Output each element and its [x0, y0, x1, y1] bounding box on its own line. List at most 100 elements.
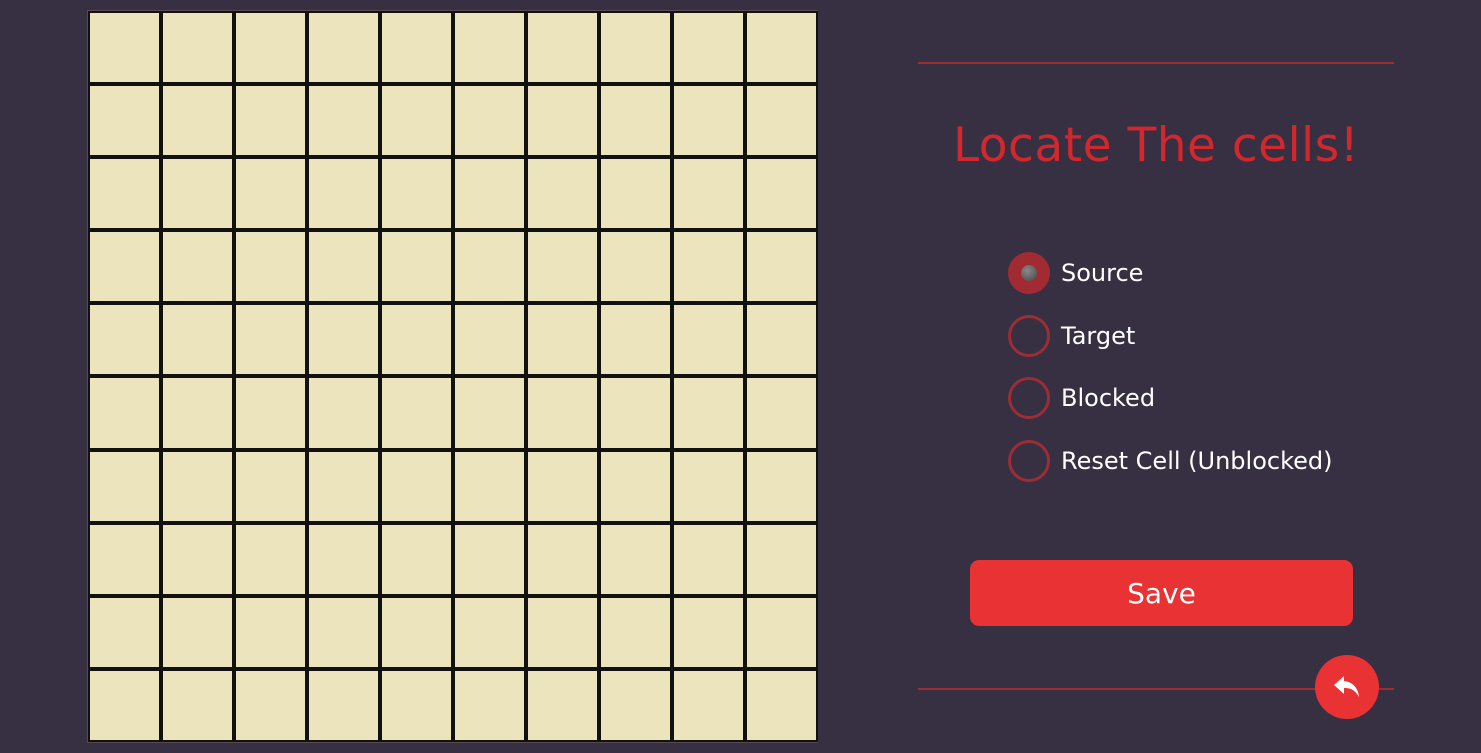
- grid-cell[interactable]: [307, 303, 380, 377]
- target-radio[interactable]: [1008, 314, 1050, 357]
- grid-cell[interactable]: [672, 230, 745, 304]
- grid-cell[interactable]: [672, 11, 745, 85]
- grid-cell[interactable]: [453, 230, 526, 304]
- grid-cell[interactable]: [88, 449, 161, 523]
- grid-cell[interactable]: [745, 11, 818, 85]
- back-button[interactable]: [1315, 655, 1379, 719]
- grid-cell[interactable]: [745, 376, 818, 450]
- grid-cell[interactable]: [307, 595, 380, 669]
- grid-cell[interactable]: [745, 668, 818, 742]
- grid-cell[interactable]: [380, 11, 453, 85]
- grid-cell[interactable]: [234, 84, 307, 158]
- grid-cell[interactable]: [526, 157, 599, 231]
- grid-cell[interactable]: [161, 449, 234, 523]
- grid-cell[interactable]: [526, 11, 599, 85]
- grid-cell[interactable]: [745, 303, 818, 377]
- grid-cell[interactable]: [161, 157, 234, 231]
- grid-cell[interactable]: [672, 84, 745, 158]
- grid-cell[interactable]: [672, 522, 745, 596]
- grid-cell[interactable]: [672, 449, 745, 523]
- grid-cell[interactable]: [234, 595, 307, 669]
- grid-cell[interactable]: [307, 376, 380, 450]
- grid-cell[interactable]: [88, 595, 161, 669]
- grid-cell[interactable]: [526, 595, 599, 669]
- grid-cell[interactable]: [307, 668, 380, 742]
- grid-cell[interactable]: [599, 449, 672, 523]
- grid-cell[interactable]: [745, 449, 818, 523]
- grid-cell[interactable]: [526, 376, 599, 450]
- grid-cell[interactable]: [88, 230, 161, 304]
- grid-cell[interactable]: [307, 157, 380, 231]
- grid-cell[interactable]: [672, 303, 745, 377]
- grid-cell[interactable]: [380, 668, 453, 742]
- grid-cell[interactable]: [88, 668, 161, 742]
- grid-cell[interactable]: [88, 84, 161, 158]
- grid-cell[interactable]: [453, 522, 526, 596]
- grid-cell[interactable]: [307, 449, 380, 523]
- grid-cell[interactable]: [88, 522, 161, 596]
- grid-cell[interactable]: [307, 84, 380, 158]
- source-radio[interactable]: [1008, 252, 1050, 294]
- grid-cell[interactable]: [234, 11, 307, 85]
- grid-cell[interactable]: [599, 522, 672, 596]
- grid-cell[interactable]: [526, 230, 599, 304]
- grid-cell[interactable]: [453, 157, 526, 231]
- grid-cell[interactable]: [526, 668, 599, 742]
- option-target[interactable]: Target: [1008, 314, 1388, 378]
- grid-cell[interactable]: [453, 303, 526, 377]
- grid-cell[interactable]: [599, 376, 672, 450]
- grid-cell[interactable]: [88, 157, 161, 231]
- grid-cell[interactable]: [526, 303, 599, 377]
- option-reset-cell[interactable]: Reset Cell (Unblocked): [1008, 439, 1388, 503]
- grid-cell[interactable]: [380, 230, 453, 304]
- blocked-radio[interactable]: [1008, 377, 1050, 419]
- grid-cell[interactable]: [234, 449, 307, 523]
- grid-cell[interactable]: [161, 84, 234, 158]
- grid-cell[interactable]: [161, 522, 234, 596]
- grid-cell[interactable]: [380, 376, 453, 450]
- grid-cell[interactable]: [161, 11, 234, 85]
- option-blocked[interactable]: Blocked: [1008, 377, 1388, 440]
- grid-cell[interactable]: [745, 84, 818, 158]
- grid-cell[interactable]: [526, 449, 599, 523]
- grid-cell[interactable]: [672, 668, 745, 742]
- grid-cell[interactable]: [672, 595, 745, 669]
- grid-cell[interactable]: [672, 157, 745, 231]
- grid-cell[interactable]: [745, 522, 818, 596]
- grid-cell[interactable]: [599, 84, 672, 158]
- grid-cell[interactable]: [599, 157, 672, 231]
- grid-cell[interactable]: [745, 595, 818, 669]
- option-source[interactable]: Source: [1008, 252, 1388, 315]
- grid-cell[interactable]: [380, 157, 453, 231]
- grid-cell[interactable]: [234, 522, 307, 596]
- grid-cell[interactable]: [380, 303, 453, 377]
- grid-cell[interactable]: [380, 449, 453, 523]
- grid-cell[interactable]: [599, 230, 672, 304]
- grid-cell[interactable]: [453, 376, 526, 450]
- reset-cell-radio[interactable]: [1008, 439, 1050, 482]
- grid-cell[interactable]: [380, 595, 453, 669]
- grid-cell[interactable]: [453, 11, 526, 85]
- grid-cell[interactable]: [453, 449, 526, 523]
- save-button[interactable]: Save: [970, 560, 1353, 626]
- grid-cell[interactable]: [599, 595, 672, 669]
- grid-cell[interactable]: [234, 303, 307, 377]
- grid-cell[interactable]: [307, 11, 380, 85]
- grid-cell[interactable]: [380, 84, 453, 158]
- grid-cell[interactable]: [599, 11, 672, 85]
- grid-cell[interactable]: [161, 303, 234, 377]
- grid-cell[interactable]: [234, 230, 307, 304]
- grid-cell[interactable]: [161, 668, 234, 742]
- grid-cell[interactable]: [599, 668, 672, 742]
- grid-cell[interactable]: [307, 230, 380, 304]
- grid-cell[interactable]: [453, 668, 526, 742]
- grid-cell[interactable]: [234, 157, 307, 231]
- grid-cell[interactable]: [745, 230, 818, 304]
- grid-cell[interactable]: [745, 157, 818, 231]
- grid-cell[interactable]: [380, 522, 453, 596]
- grid-cell[interactable]: [88, 11, 161, 85]
- grid-cell[interactable]: [599, 303, 672, 377]
- grid-cell[interactable]: [234, 668, 307, 742]
- grid-cell[interactable]: [88, 376, 161, 450]
- grid-cell[interactable]: [88, 303, 161, 377]
